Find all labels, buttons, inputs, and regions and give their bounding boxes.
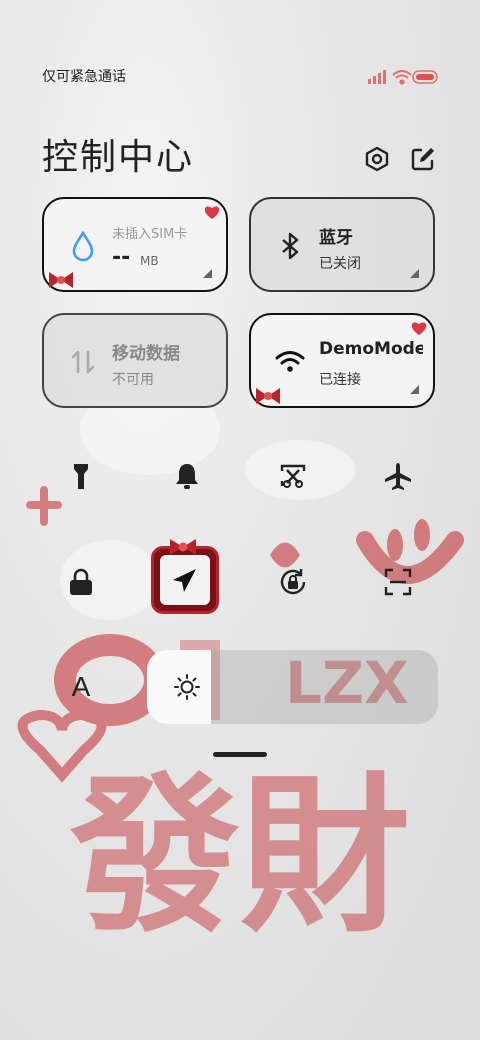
wifi-status-icon [392, 70, 412, 85]
heart-sticker-icon [204, 206, 220, 219]
scan-icon [384, 568, 412, 596]
tile-expand-corner [410, 385, 419, 394]
wallpaper-text-facai: 發財 [69, 758, 410, 956]
pull-handle[interactable] [213, 752, 267, 757]
bluetooth-tile[interactable]: 蓝牙 已关闭 [249, 197, 435, 292]
mobile-data-tile[interactable]: 移动数据 不可用 [42, 313, 228, 408]
tile-expand-corner [203, 269, 212, 278]
bluetooth-status: 已关闭 [319, 256, 361, 272]
sun-icon [174, 674, 200, 700]
battery-icon [412, 70, 438, 84]
data-usage-tile[interactable]: 未插入SIM卡 -- MB [42, 197, 228, 292]
location-toggle[interactable] [151, 539, 219, 614]
status-icons [368, 70, 438, 85]
scanner-toggle[interactable] [374, 558, 422, 606]
silent-toggle[interactable] [163, 452, 211, 500]
wifi-icon [275, 351, 305, 372]
carrier-status: 仅可紧急通话 [42, 69, 126, 85]
bow-sticker-icon [170, 539, 196, 555]
wifi-network-name: DemoMode [319, 339, 423, 359]
data-arrows-icon [71, 350, 95, 374]
mobile-data-status: 不可用 [112, 372, 154, 388]
page-title: 控制中心 [42, 137, 195, 178]
data-usage-unit: MB [140, 254, 159, 268]
wifi-status: 已连接 [319, 372, 361, 388]
wifi-tile[interactable]: DemoMode 已连接 [249, 313, 435, 408]
screenshot-toggle[interactable] [269, 452, 317, 500]
bow-sticker-icon [49, 272, 73, 288]
mobile-data-label: 移动数据 [112, 344, 180, 364]
screenshot-icon [280, 464, 306, 488]
bluetooth-label: 蓝牙 [319, 228, 353, 248]
flashlight-toggle[interactable] [57, 452, 105, 500]
flashlight-icon [74, 464, 88, 489]
tile-expand-corner [410, 269, 419, 278]
bluetooth-icon [282, 232, 299, 260]
rotation-lock-toggle[interactable] [269, 558, 317, 606]
bow-sticker-icon [256, 388, 280, 404]
airplane-mode-toggle[interactable] [374, 452, 422, 500]
rotation-lock-icon [280, 569, 306, 595]
data-usage-value: -- [112, 245, 131, 270]
status-bar: 仅可紧急通话 [42, 66, 438, 88]
signal-icon [368, 70, 386, 84]
lock-screen-toggle[interactable] [57, 558, 105, 606]
edit-icon[interactable] [409, 145, 437, 173]
bell-icon [176, 464, 198, 489]
water-drop-icon [72, 230, 94, 262]
heart-sticker-icon [411, 322, 427, 335]
settings-hexagon-icon[interactable] [363, 145, 391, 173]
lock-icon [70, 568, 92, 595]
location-arrow-icon [173, 569, 196, 592]
sim-status-label: 未插入SIM卡 [112, 227, 188, 242]
airplane-icon [385, 463, 411, 490]
auto-brightness-toggle[interactable]: A [57, 663, 105, 711]
auto-brightness-label: A [71, 671, 91, 702]
brightness-slider[interactable] [147, 650, 438, 724]
